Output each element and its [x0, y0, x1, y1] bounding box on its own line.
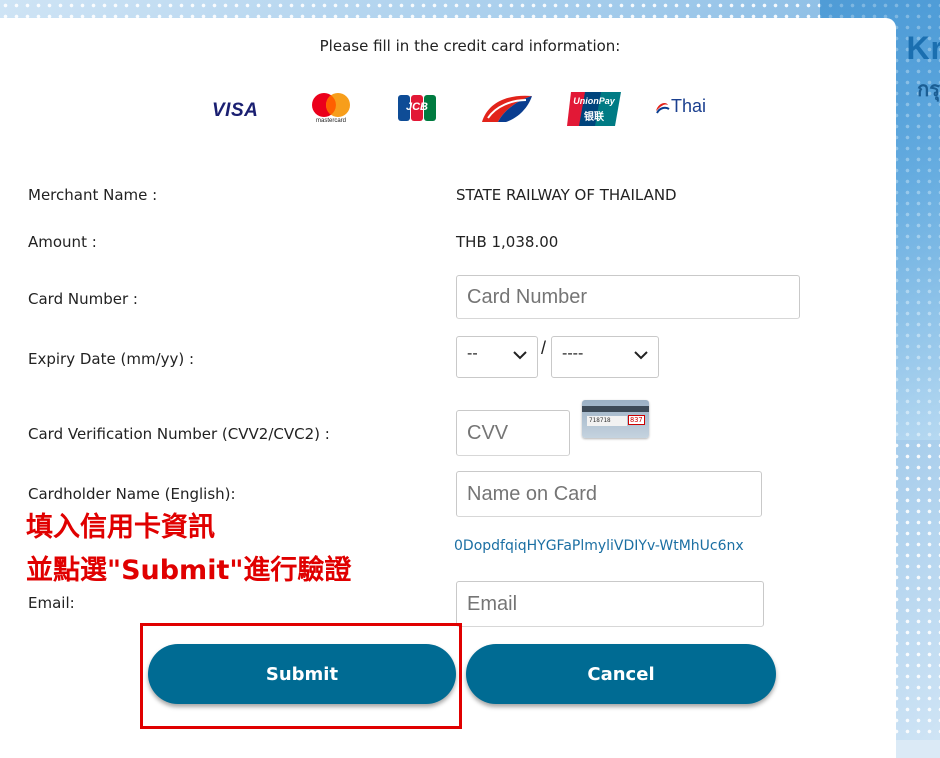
email-label: Email: — [28, 594, 75, 612]
unionpay-logo: UnionPay 银联 — [565, 90, 623, 128]
cardholder-name-input[interactable] — [456, 471, 762, 517]
cvv-input[interactable] — [456, 410, 570, 456]
cvv-label: Card Verification Number (CVV2/CVC2) : — [28, 425, 330, 443]
cvv-card-digits: 718718 — [589, 417, 611, 424]
captcha-token-text: 0DopdfqiqHYGFaPlmyliVDIYv-WtMhUc6nx — [454, 538, 744, 554]
cvv-card-hint-icon: 718718 837 — [582, 400, 649, 438]
instruction-annotation-line2: 並點選"Submit"進行驗證 — [26, 555, 352, 586]
expiry-year-value: ---- — [562, 345, 584, 362]
merchant-value: STATE RAILWAY OF THAILAND — [456, 186, 677, 204]
cvv-card-stripe — [582, 406, 649, 412]
expiry-month-value: -- — [467, 345, 478, 362]
expiry-month-select[interactable]: -- — [456, 336, 538, 378]
brand-subtitle: กรุ — [917, 79, 940, 101]
card-network-swoosh-logo — [478, 92, 536, 126]
email-input[interactable] — [456, 581, 764, 627]
jcb-logo: JCB — [397, 93, 437, 123]
page-title: Please fill in the credit card informati… — [319, 37, 621, 55]
submit-highlight-box — [140, 623, 462, 729]
amount-label: Amount : — [28, 233, 97, 251]
cancel-button[interactable]: Cancel — [466, 644, 776, 704]
unionpay-chinese-wordmark: 银联 — [584, 112, 604, 123]
visa-logo: VISA — [212, 100, 259, 121]
cardholder-name-label: Cardholder Name (English): — [28, 485, 236, 503]
card-number-label: Card Number : — [28, 290, 138, 308]
card-number-input[interactable] — [456, 275, 800, 319]
expiry-label: Expiry Date (mm/yy) : — [28, 350, 195, 368]
amount-value: THB 1,038.00 — [456, 233, 559, 251]
chevron-down-icon — [513, 351, 527, 360]
jcb-wordmark: JCB — [405, 101, 428, 113]
cvv-card-code: 837 — [628, 415, 645, 425]
merchant-label: Merchant Name : — [28, 186, 158, 204]
instruction-annotation-line1: 填入信用卡資訊 — [26, 512, 215, 543]
mastercard-logo: mastercard — [308, 90, 354, 128]
unionpay-wordmark: UnionPay — [573, 96, 615, 106]
expiry-separator: / — [541, 338, 547, 358]
thai-wordmark: Thai — [671, 96, 707, 116]
expiry-year-select[interactable]: ---- — [551, 336, 659, 378]
thai-payment-logo: Thai — [654, 94, 716, 124]
chevron-down-icon — [634, 351, 648, 360]
mastercard-wordmark: mastercard — [315, 118, 346, 124]
